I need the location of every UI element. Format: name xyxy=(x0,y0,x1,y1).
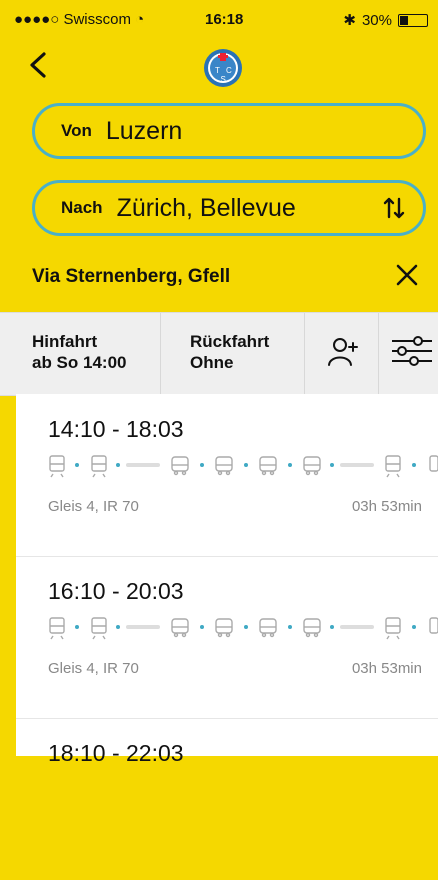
outbound-value: ab So 14:00 xyxy=(32,353,127,372)
bluetooth-icon: ✱ xyxy=(343,12,356,29)
connection-times: 16:10 - 20:03 xyxy=(48,578,184,604)
connection-platform: Gleis 4, IR 70 xyxy=(48,498,139,515)
filter-icon[interactable] xyxy=(388,331,432,371)
to-value: Zürich, Bellevue xyxy=(116,193,296,222)
battery-icon xyxy=(398,13,428,27)
via-text: Via Sternenberg, Gfell xyxy=(32,266,231,287)
connection-times: 18:10 - 22:03 xyxy=(48,740,184,766)
carrier-label: ●●●●○ Swisscom ◔ xyxy=(14,11,145,28)
svg-text:T: T xyxy=(215,66,220,75)
tab-return[interactable]: Rückfahrt Ohne xyxy=(190,331,269,373)
status-time: 16:18 xyxy=(205,11,244,28)
status-right: ✱ 30% xyxy=(343,11,428,29)
svg-text:C: C xyxy=(226,66,232,75)
connection-item[interactable]: 14:10 - 18:03 Gleis 4, IR 70 03h 53min xyxy=(16,394,438,557)
outbound-label: Hinfahrt xyxy=(32,332,98,351)
to-field[interactable]: Nach Zürich, Bellevue xyxy=(32,180,426,236)
tab-outbound[interactable]: Hinfahrt ab So 14:00 xyxy=(32,331,127,373)
connection-duration: 03h 53min xyxy=(351,660,422,677)
connection-list: 14:10 - 18:03 Gleis 4, IR 70 03h 53min 1… xyxy=(16,394,438,766)
back-arrow-icon[interactable] xyxy=(24,50,54,80)
connection-times: 14:10 - 18:03 xyxy=(48,416,184,442)
return-label: Rückfahrt xyxy=(190,332,270,351)
close-icon[interactable] xyxy=(394,262,420,288)
to-label: Nach xyxy=(61,198,103,217)
divider xyxy=(160,313,161,395)
divider xyxy=(378,313,379,395)
connection-duration: 03h 53min xyxy=(351,498,422,515)
divider xyxy=(304,313,305,395)
wifi-icon: ◔ xyxy=(135,11,145,28)
add-person-icon[interactable] xyxy=(326,335,360,369)
tcs-logo-icon: T C S xyxy=(204,49,242,87)
connection-platform: Gleis 4, IR 70 xyxy=(48,660,139,677)
swap-icon[interactable] xyxy=(381,195,407,221)
connection-item[interactable]: 18:10 - 22:03 xyxy=(16,718,438,880)
from-field[interactable]: Von Luzern xyxy=(32,103,426,159)
status-bar: ●●●●○ Swisscom ◔ 16:18 ✱ 30% xyxy=(0,0,438,36)
battery-percent: 30% xyxy=(361,11,392,29)
connection-item[interactable]: 16:10 - 20:03 Gleis 4, IR 70 03h 53min xyxy=(16,556,438,719)
return-value: Ohne xyxy=(190,353,234,372)
from-value: Luzern xyxy=(105,116,183,145)
app-screen: ●●●●○ Swisscom ◔ 16:18 ✱ 30% T C S Von L… xyxy=(0,0,438,766)
route-icons xyxy=(49,455,438,478)
trip-options-bar: Hinfahrt ab So 14:00 Rückfahrt Ohne xyxy=(0,312,438,396)
svg-text:S: S xyxy=(221,75,226,84)
from-label: Von xyxy=(61,121,92,140)
route-icons xyxy=(49,617,438,640)
